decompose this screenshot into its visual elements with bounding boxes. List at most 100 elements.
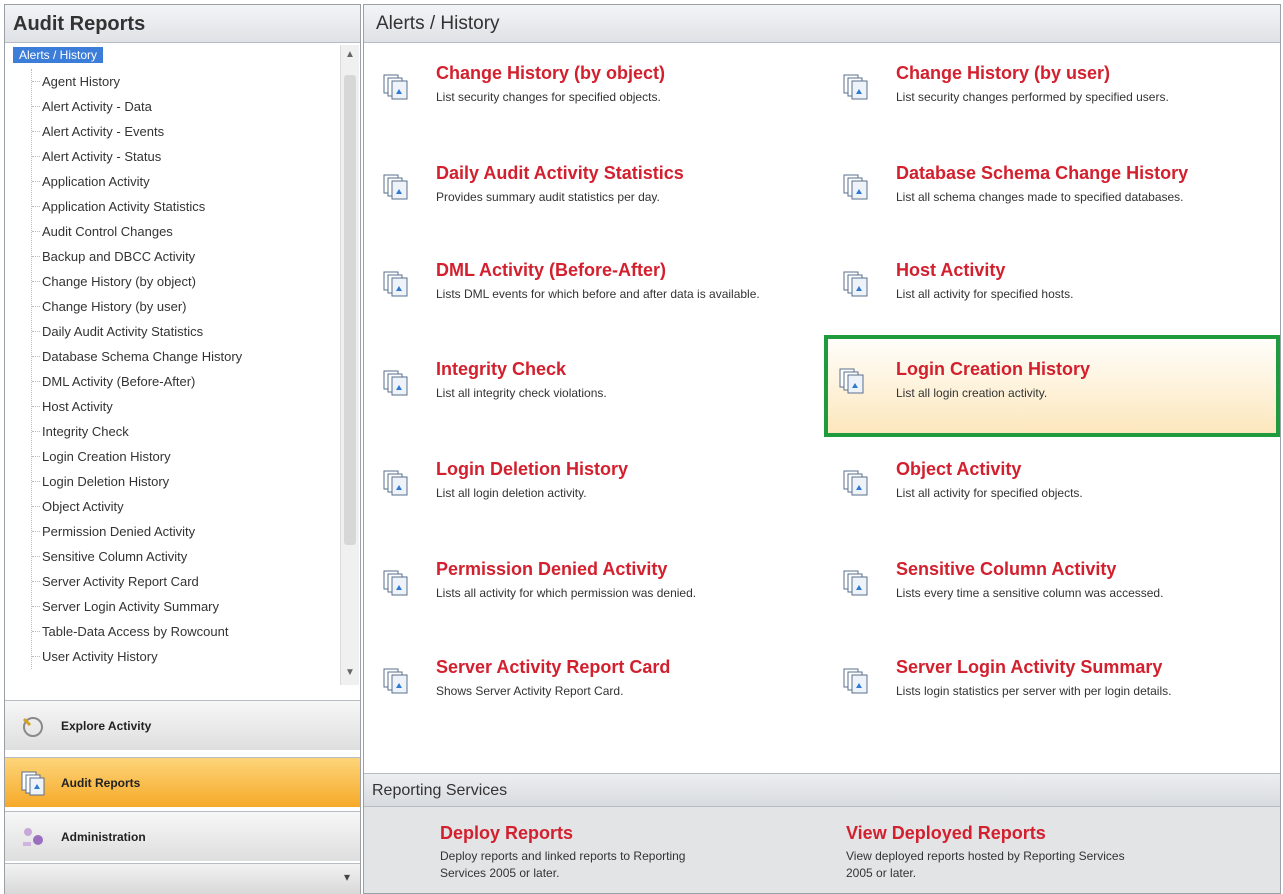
- nav-audit-reports-label: Audit Reports: [61, 775, 141, 790]
- tree-item-dml-activity[interactable]: DML Activity (Before-After): [32, 369, 242, 394]
- tree-item-application-activity-statistics[interactable]: Application Activity Statistics: [32, 194, 242, 219]
- report-desc: List security changes performed by speci…: [896, 90, 1169, 104]
- tree-item-agent-history[interactable]: Agent History: [32, 69, 242, 94]
- tree-item-login-deletion-history[interactable]: Login Deletion History: [32, 469, 242, 494]
- report-icon: [382, 73, 412, 103]
- report-icon: [382, 369, 412, 399]
- report-desc: List all login deletion activity.: [436, 486, 587, 500]
- main-header: Alerts / History: [364, 5, 1280, 43]
- tree-item-integrity-check[interactable]: Integrity Check: [32, 419, 242, 444]
- report-desc: List all schema changes made to specifie…: [896, 190, 1184, 204]
- report-icon: [842, 469, 872, 499]
- nav-audit-reports[interactable]: Audit Reports: [5, 757, 360, 807]
- tree-item-change-history-object[interactable]: Change History (by object): [32, 269, 242, 294]
- report-server-activity-card[interactable]: Server Activity Report Card Shows Server…: [364, 657, 804, 741]
- reporting-services-header: Reporting Services: [364, 773, 1280, 807]
- report-login-creation-history[interactable]: Login Creation History List all login cr…: [824, 335, 1280, 437]
- report-permission-denied[interactable]: Permission Denied Activity Lists all act…: [364, 559, 804, 643]
- report-icon: [842, 173, 872, 203]
- report-database-schema-change[interactable]: Database Schema Change History List all …: [824, 163, 1264, 247]
- report-login-deletion-history[interactable]: Login Deletion History List all login de…: [364, 459, 804, 543]
- deploy-reports-link[interactable]: Deploy Reports: [440, 823, 800, 844]
- view-deployed-reports-desc: View deployed reports hosted by Reportin…: [846, 849, 1125, 880]
- report-title[interactable]: Server Activity Report Card: [436, 657, 670, 678]
- report-title[interactable]: Object Activity: [896, 459, 1021, 480]
- report-integrity-check[interactable]: Integrity Check List all integrity check…: [364, 359, 804, 443]
- tree-item-daily-audit-activity[interactable]: Daily Audit Activity Statistics: [32, 319, 242, 344]
- report-title[interactable]: Database Schema Change History: [896, 163, 1188, 184]
- tree-item-application-activity[interactable]: Application Activity: [32, 169, 242, 194]
- tree-item-user-activity-history[interactable]: User Activity History: [32, 644, 242, 669]
- tree-item-database-schema-change[interactable]: Database Schema Change History: [32, 344, 242, 369]
- tree-item-audit-control-changes[interactable]: Audit Control Changes: [32, 219, 242, 244]
- nav-administration[interactable]: Administration: [5, 811, 360, 861]
- tree-item-sensitive-column[interactable]: Sensitive Column Activity: [32, 544, 242, 569]
- reporting-services-body: Deploy Reports Deploy reports and linked…: [364, 807, 1280, 893]
- explore-icon: [19, 712, 47, 740]
- report-change-history-object[interactable]: Change History (by object) List security…: [364, 63, 804, 147]
- tree-item-table-data-access[interactable]: Table-Data Access by Rowcount: [32, 619, 242, 644]
- report-title[interactable]: Sensitive Column Activity: [896, 559, 1116, 580]
- report-object-activity[interactable]: Object Activity List all activity for sp…: [824, 459, 1264, 543]
- report-change-history-user[interactable]: Change History (by user) List security c…: [824, 63, 1264, 147]
- report-icon: [382, 569, 412, 599]
- report-tree: Alerts / History Agent History Alert Act…: [5, 45, 338, 685]
- report-desc: List all login creation activity.: [896, 386, 1048, 400]
- report-desc: Lists all activity for which permission …: [436, 586, 697, 600]
- report-title[interactable]: Server Login Activity Summary: [896, 657, 1162, 678]
- nav-explore-activity[interactable]: Explore Activity: [5, 700, 360, 750]
- tree-item-login-creation-history[interactable]: Login Creation History: [32, 444, 242, 469]
- report-icon: [838, 367, 868, 397]
- tree-item-backup-dbcc-activity[interactable]: Backup and DBCC Activity: [32, 244, 242, 269]
- report-desc: List all activity for specified hosts.: [896, 287, 1074, 301]
- left-panel-title: Audit Reports: [5, 5, 360, 43]
- report-title[interactable]: Login Creation History: [896, 359, 1090, 380]
- report-title[interactable]: Login Deletion History: [436, 459, 628, 480]
- tree-item-change-history-user[interactable]: Change History (by user): [32, 294, 242, 319]
- tree-item-server-activity-report-card[interactable]: Server Activity Report Card: [32, 569, 242, 594]
- report-desc: Lists every time a sensitive column was …: [896, 586, 1164, 600]
- tree-scrollbar[interactable]: ▲ ▼: [340, 45, 359, 685]
- nav-overflow-bar[interactable]: ▾: [5, 863, 360, 894]
- report-sensitive-column[interactable]: Sensitive Column Activity Lists every ti…: [824, 559, 1264, 643]
- administration-icon: [19, 823, 47, 851]
- report-desc: List security changes for specified obje…: [436, 90, 661, 104]
- report-desc: Lists login statistics per server with p…: [896, 684, 1172, 698]
- scroll-up-icon[interactable]: ▲: [345, 49, 355, 60]
- report-title[interactable]: Daily Audit Activity Statistics: [436, 163, 684, 184]
- report-title[interactable]: Host Activity: [896, 260, 1005, 281]
- report-desc: List all activity for specified objects.: [896, 486, 1083, 500]
- report-icon: [382, 173, 412, 203]
- audit-reports-icon: [19, 769, 47, 797]
- report-title[interactable]: DML Activity (Before-After): [436, 260, 666, 281]
- tree-item-object-activity[interactable]: Object Activity: [32, 494, 242, 519]
- tree-root-alerts-history[interactable]: Alerts / History: [13, 47, 104, 63]
- report-desc: Lists DML events for which before and af…: [436, 287, 760, 301]
- tree-item-alert-activity-data[interactable]: Alert Activity - Data: [32, 94, 242, 119]
- report-title[interactable]: Change History (by object): [436, 63, 665, 84]
- view-deployed-reports-item[interactable]: View Deployed Reports View deployed repo…: [846, 823, 1206, 882]
- report-icon: [382, 667, 412, 697]
- tree-item-alert-activity-events[interactable]: Alert Activity - Events: [32, 119, 242, 144]
- tree-item-alert-activity-status[interactable]: Alert Activity - Status: [32, 144, 242, 169]
- tree-item-server-login-activity-summary[interactable]: Server Login Activity Summary: [32, 594, 242, 619]
- report-server-login-summary[interactable]: Server Login Activity Summary Lists logi…: [824, 657, 1264, 741]
- chevron-down-icon[interactable]: ▾: [344, 870, 350, 884]
- report-title[interactable]: Change History (by user): [896, 63, 1110, 84]
- view-deployed-reports-link[interactable]: View Deployed Reports: [846, 823, 1206, 844]
- deploy-reports-item[interactable]: Deploy Reports Deploy reports and linked…: [440, 823, 800, 882]
- tree-item-permission-denied[interactable]: Permission Denied Activity: [32, 519, 242, 544]
- report-dml-activity[interactable]: DML Activity (Before-After) Lists DML ev…: [364, 260, 804, 344]
- report-title[interactable]: Permission Denied Activity: [436, 559, 667, 580]
- report-host-activity[interactable]: Host Activity List all activity for spec…: [824, 260, 1264, 344]
- nav-explore-label: Explore Activity: [61, 718, 152, 733]
- report-icon: [842, 270, 872, 300]
- report-daily-audit-activity[interactable]: Daily Audit Activity Statistics Provides…: [364, 163, 804, 247]
- tree-item-host-activity[interactable]: Host Activity: [32, 394, 242, 419]
- main-panel: Alerts / History Change History (by obje…: [363, 4, 1281, 894]
- report-title[interactable]: Integrity Check: [436, 359, 566, 380]
- scrollbar-thumb[interactable]: [344, 75, 356, 545]
- report-desc: Shows Server Activity Report Card.: [436, 684, 624, 698]
- scroll-down-icon[interactable]: ▼: [345, 667, 355, 678]
- left-panel: Audit Reports Alerts / History Agent His…: [4, 4, 361, 894]
